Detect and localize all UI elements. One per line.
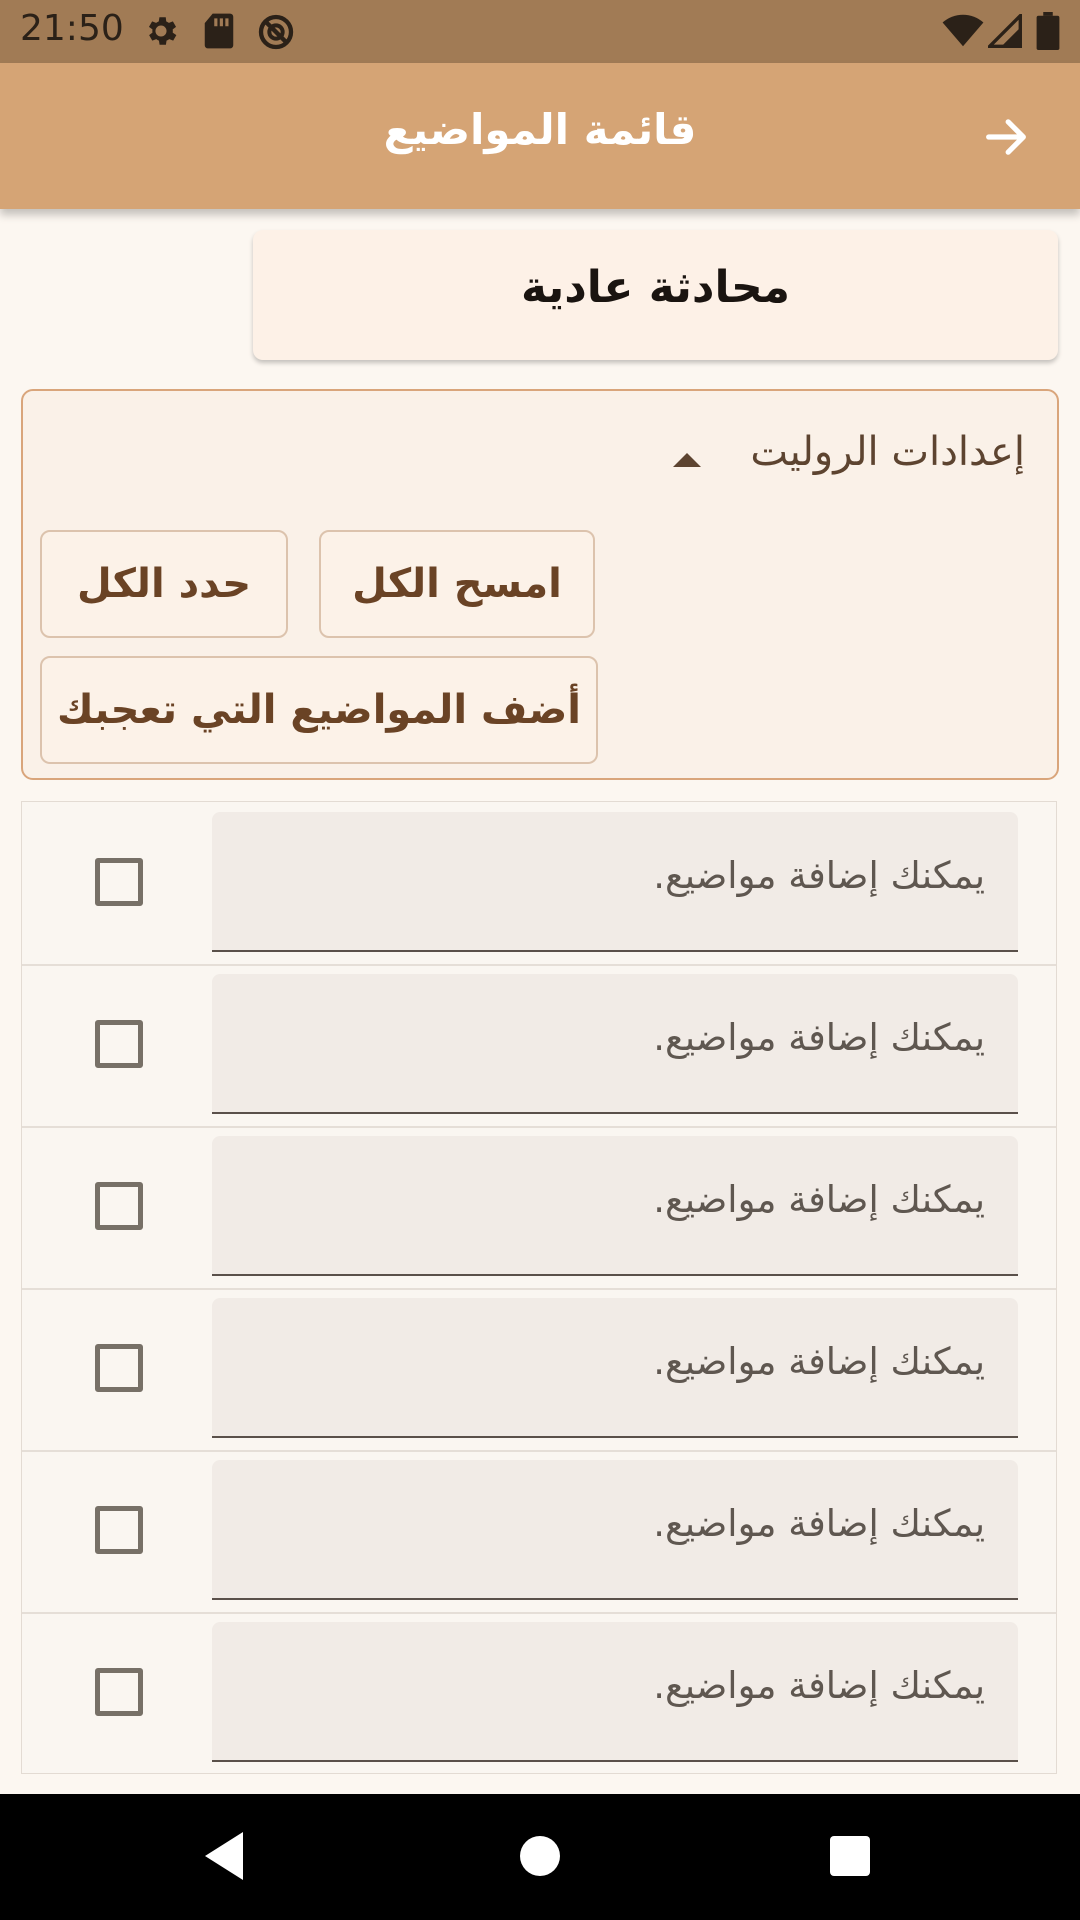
topic-input[interactable]: يمكنك إضافة مواضيع. [212, 1622, 1018, 1762]
topic-checkbox[interactable] [95, 1506, 143, 1554]
signal-icon [988, 14, 1022, 48]
topic-input-placeholder: يمكنك إضافة مواضيع. [653, 854, 985, 897]
topic-input[interactable]: يمكنك إضافة مواضيع. [212, 1298, 1018, 1438]
list-item: يمكنك إضافة مواضيع. [22, 1126, 1056, 1290]
page-title: قائمة المواضيع [383, 105, 697, 154]
topic-input[interactable]: يمكنك إضافة مواضيع. [212, 1136, 1018, 1276]
select-all-label: حدد الكل [76, 561, 252, 607]
topics-list: يمكنك إضافة مواضيع. يمكنك إضافة مواضيع. … [21, 801, 1057, 1774]
status-bar: 21:50 [0, 0, 1080, 63]
list-item: يمكنك إضافة مواضيع. [22, 964, 1056, 1128]
system-nav-bar [0, 1794, 1080, 1920]
topic-input-placeholder: يمكنك إضافة مواضيع. [653, 1664, 985, 1707]
add-topics-label: أضف المواضيع التي تعجبك [57, 687, 581, 733]
no-disturb-icon [258, 14, 294, 50]
back-triangle-icon[interactable] [204, 1832, 246, 1880]
list-item: يمكنك إضافة مواضيع. [22, 1450, 1056, 1614]
topic-checkbox[interactable] [95, 1020, 143, 1068]
conversation-mode-card[interactable]: محادثة عادية [253, 230, 1058, 360]
topic-checkbox[interactable] [95, 1668, 143, 1716]
topic-input-placeholder: يمكنك إضافة مواضيع. [653, 1178, 985, 1221]
caret-up-icon[interactable] [673, 453, 701, 467]
status-time: 21:50 [20, 8, 124, 49]
arrow-right-icon[interactable] [980, 111, 1032, 163]
topic-checkbox[interactable] [95, 1182, 143, 1230]
list-item: يمكنك إضافة مواضيع. [22, 1612, 1056, 1773]
clear-all-label: امسح الكل [352, 561, 562, 607]
topic-input-placeholder: يمكنك إضافة مواضيع. [653, 1502, 985, 1545]
topic-input[interactable]: يمكنك إضافة مواضيع. [212, 1460, 1018, 1600]
home-circle-icon[interactable] [520, 1836, 560, 1876]
topic-checkbox[interactable] [95, 1344, 143, 1392]
select-all-button[interactable]: حدد الكل [40, 530, 288, 638]
roulette-settings-panel: إعدادات الروليت امسح الكل حدد الكل أضف ا… [21, 389, 1059, 780]
add-topics-button[interactable]: أضف المواضيع التي تعجبك [40, 656, 598, 764]
app-bar: قائمة المواضيع [0, 63, 1080, 209]
wifi-icon [942, 14, 984, 47]
topic-input-placeholder: يمكنك إضافة مواضيع. [653, 1340, 985, 1383]
sd-card-icon [204, 13, 234, 49]
clear-all-button[interactable]: امسح الكل [319, 530, 595, 638]
battery-icon [1036, 12, 1060, 50]
recents-square-icon[interactable] [830, 1836, 870, 1876]
list-item: يمكنك إضافة مواضيع. [22, 802, 1056, 966]
topic-input[interactable]: يمكنك إضافة مواضيع. [212, 974, 1018, 1114]
topic-input[interactable]: يمكنك إضافة مواضيع. [212, 812, 1018, 952]
topic-input-placeholder: يمكنك إضافة مواضيع. [653, 1016, 985, 1059]
list-item: يمكنك إضافة مواضيع. [22, 1288, 1056, 1452]
conversation-mode-label: محادثة عادية [521, 262, 790, 313]
settings-title[interactable]: إعدادات الروليت [750, 429, 1025, 475]
topic-checkbox[interactable] [95, 858, 143, 906]
gear-icon [148, 17, 177, 45]
